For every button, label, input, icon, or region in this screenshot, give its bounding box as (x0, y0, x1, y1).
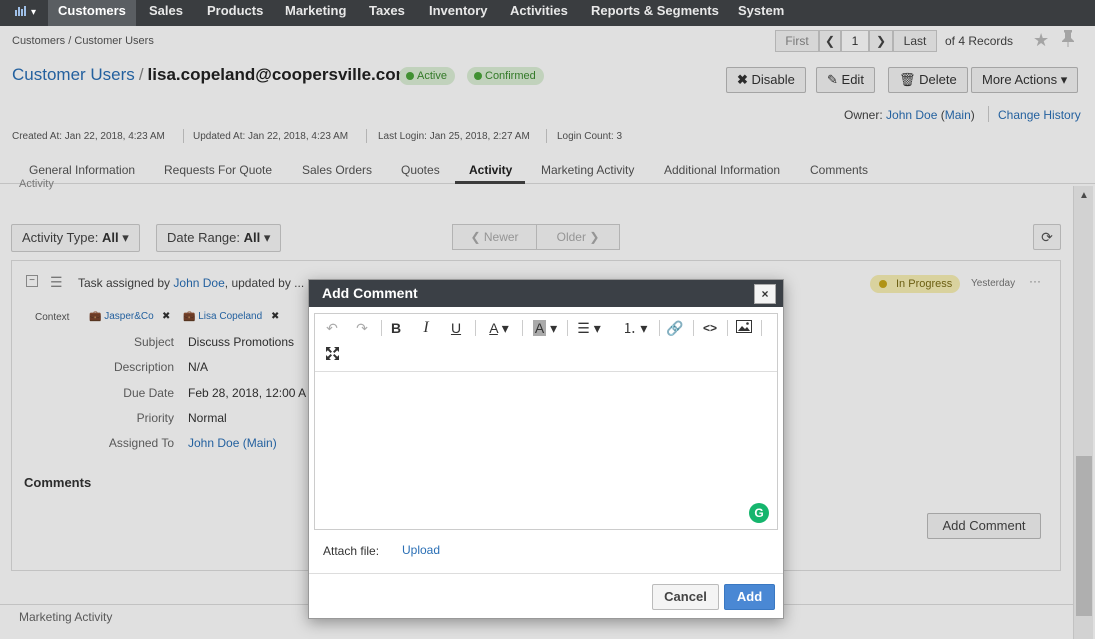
dialog-title: Add Comment (309, 280, 783, 307)
add-button[interactable]: Add (724, 584, 775, 610)
editor-toolbar: ↶ ↷ B I U A ▾ A ▾ ☰ ▾ ⒈ ▾ 🔗 <> (315, 314, 777, 372)
dialog-close-button[interactable]: × (754, 284, 776, 304)
toolbar-divider (693, 320, 694, 336)
bold-icon[interactable]: B (387, 318, 405, 338)
bar-chart-icon (14, 5, 28, 19)
toolbar-divider (522, 320, 523, 336)
nav-reports-segments[interactable]: Reports & Segments (581, 0, 729, 26)
toolbar-divider (727, 320, 728, 336)
nav-system[interactable]: System (728, 0, 794, 26)
text-color-icon[interactable]: A ▾ (481, 318, 517, 338)
dashboard-menu-button[interactable]: ▾ (6, 3, 44, 21)
nav-taxes[interactable]: Taxes (359, 0, 415, 26)
top-navigation: ▾ Customers Sales Products Marketing Tax… (0, 0, 1095, 26)
nav-inventory[interactable]: Inventory (419, 0, 498, 26)
redo-icon[interactable]: ↷ (353, 318, 371, 338)
cancel-button[interactable]: Cancel (652, 584, 719, 610)
chevron-down-icon: ▾ (30, 6, 37, 18)
toolbar-divider (761, 320, 762, 336)
toolbar-divider (659, 320, 660, 336)
grammarly-icon[interactable]: G (749, 503, 769, 523)
bullet-list-icon[interactable]: ☰ ▾ (571, 318, 607, 338)
background-color-icon[interactable]: A ▾ (527, 318, 563, 338)
nav-sales[interactable]: Sales (139, 0, 193, 26)
divider (309, 573, 783, 574)
toolbar-divider (475, 320, 476, 336)
numbered-list-icon[interactable]: ⒈ ▾ (617, 318, 653, 338)
attach-file-label: Attach file: (323, 544, 380, 558)
nav-customers[interactable]: Customers (48, 0, 136, 26)
nav-activities[interactable]: Activities (500, 0, 578, 26)
underline-icon[interactable]: U (447, 318, 465, 338)
toolbar-divider (567, 320, 568, 336)
undo-icon[interactable]: ↶ (323, 318, 341, 338)
add-comment-dialog: Add Comment × ↶ ↷ B I U A ▾ A ▾ ☰ ▾ ⒈ ▾ … (308, 279, 784, 619)
toolbar-divider (381, 320, 382, 336)
fullscreen-icon[interactable] (323, 346, 341, 366)
nav-products[interactable]: Products (197, 0, 273, 26)
image-icon[interactable] (734, 318, 754, 338)
comment-editor[interactable]: ↶ ↷ B I U A ▾ A ▾ ☰ ▾ ⒈ ▾ 🔗 <> G (314, 313, 778, 530)
italic-icon[interactable]: I (417, 318, 435, 338)
code-icon[interactable]: <> (699, 318, 721, 338)
nav-marketing[interactable]: Marketing (275, 0, 356, 26)
upload-link[interactable]: Upload (402, 543, 440, 557)
link-icon[interactable]: 🔗 (665, 318, 685, 338)
